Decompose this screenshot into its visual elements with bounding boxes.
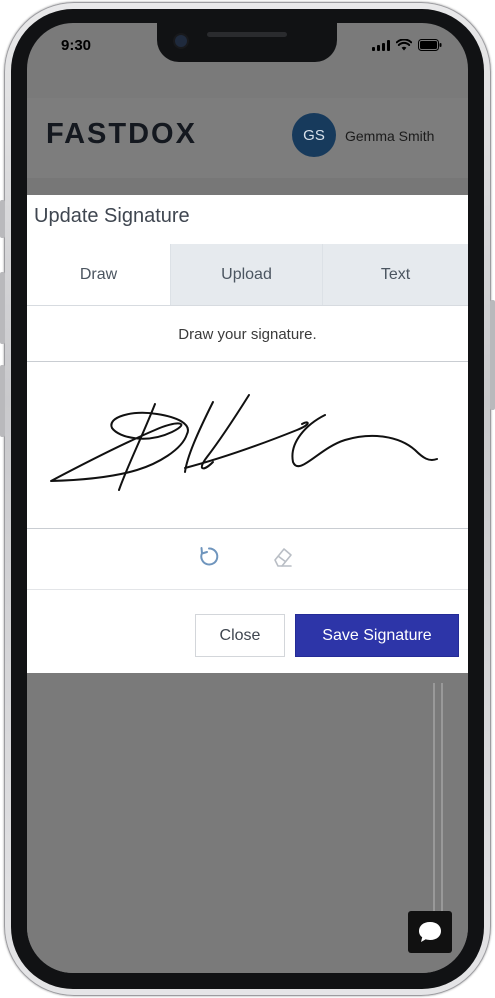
modal-title: Update Signature xyxy=(34,205,190,227)
camera-icon xyxy=(175,35,187,47)
signature-tabs: Draw Upload Text xyxy=(27,244,468,306)
app-header: FASTDOX GS Gemma Smith xyxy=(27,98,468,178)
fastdox-logo[interactable]: FASTDOX xyxy=(46,118,197,151)
wifi-icon xyxy=(396,39,412,51)
clear-button[interactable] xyxy=(269,543,297,571)
mute-switch xyxy=(0,200,5,238)
speaker xyxy=(207,32,287,37)
undo-icon xyxy=(200,547,219,566)
volume-down-button xyxy=(0,365,5,437)
save-signature-button[interactable]: Save Signature xyxy=(295,614,459,657)
draw-instruction: Draw your signature. xyxy=(178,326,317,343)
tab-draw[interactable]: Draw xyxy=(27,244,170,305)
page-background-lower xyxy=(27,673,468,973)
signature-drawing xyxy=(50,394,438,491)
canvas-tools xyxy=(27,539,468,590)
cellular-signal-icon xyxy=(372,39,390,51)
power-button xyxy=(490,300,495,410)
tab-upload[interactable]: Upload xyxy=(170,244,322,305)
eraser-icon xyxy=(274,548,292,567)
status-icons xyxy=(372,39,442,51)
signature-canvas[interactable] xyxy=(27,361,468,529)
user-name[interactable]: Gemma Smith xyxy=(345,128,434,144)
volume-up-button xyxy=(0,272,5,344)
status-time: 9:30 xyxy=(61,37,92,54)
chat-button[interactable] xyxy=(408,911,452,953)
tab-text[interactable]: Text xyxy=(322,244,468,305)
update-signature-modal: Update Signature Draw Upload Text Draw y… xyxy=(27,195,468,673)
undo-button[interactable] xyxy=(195,543,223,571)
battery-icon xyxy=(418,39,442,51)
avatar[interactable]: GS xyxy=(292,113,336,157)
chat-bubble-icon xyxy=(419,922,441,942)
close-button[interactable]: Close xyxy=(195,614,285,657)
screen: 9:30 FASTDOX GS Gemma Smith Update Signa… xyxy=(27,23,468,973)
